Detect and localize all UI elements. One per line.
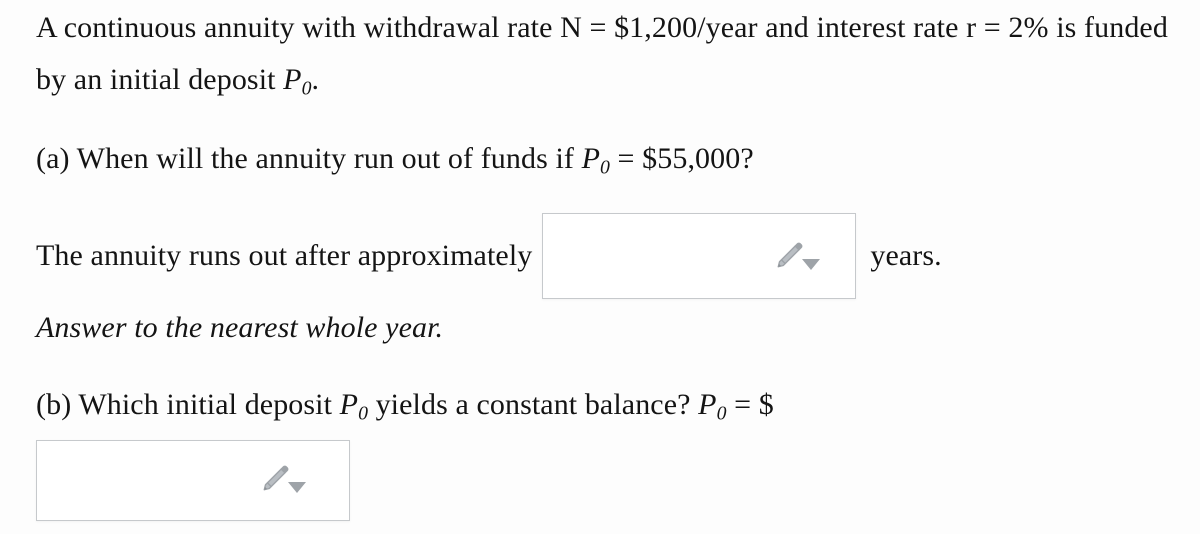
question-b-symbol-p0-second: P0 (698, 388, 726, 425)
pencil-icon[interactable] (261, 463, 291, 493)
question-a: (a) When will the annuity run out of fun… (36, 133, 754, 194)
intro-symbol-subscript: 0 (301, 77, 312, 100)
math-tool-group-b[interactable] (261, 463, 309, 499)
caret-down-icon[interactable] (802, 259, 821, 270)
caret-down-icon[interactable] (288, 482, 306, 493)
question-b-equals: = $ (726, 388, 774, 421)
answer-input-a[interactable] (542, 213, 857, 299)
question-b-label: (b) Which initial deposit (36, 388, 340, 421)
pencil-icon[interactable] (775, 240, 805, 270)
question-a-label: (a) When will the annuity run out of fun… (36, 142, 582, 175)
answer-input-b[interactable] (36, 440, 350, 521)
question-b-middle: yields a constant balance? (367, 388, 699, 421)
question-b-symbol-subscript: 0 (358, 402, 368, 425)
question-a-condition: = $55,000? (609, 142, 754, 175)
intro-symbol-base: P (283, 63, 302, 96)
question-a-symbol-p0: P0 (581, 142, 610, 179)
question-b-symbol-base-2: P (698, 388, 717, 421)
question-b-symbol-subscript-2: 0 (716, 402, 727, 425)
intro-paragraph: A continuous annuity with withdrawal rat… (36, 2, 1196, 115)
problem-page: A continuous annuity with withdrawal rat… (0, 0, 1200, 534)
hint-a: Answer to the nearest whole year. (36, 311, 444, 344)
question-a-symbol-subscript: 0 (600, 156, 610, 179)
answer-line-a: The annuity runs out after approximately… (36, 213, 942, 299)
question-b-symbol-p0: P0 (339, 388, 368, 425)
question-a-symbol-base: P (581, 142, 601, 175)
answer-a-suffix-label: years. (870, 239, 942, 272)
answer-a-prefix-label: The annuity runs out after approximately (36, 239, 533, 272)
intro-symbol-p0: P0. (283, 63, 320, 100)
intro-text-period: . (311, 63, 320, 96)
question-b: (b) Which initial deposit P0 yields a co… (36, 379, 774, 440)
intro-text-primary: A continuous annuity with withdrawal rat… (36, 11, 1168, 96)
question-b-symbol-base: P (339, 388, 359, 421)
math-tool-group-a[interactable] (775, 240, 823, 276)
